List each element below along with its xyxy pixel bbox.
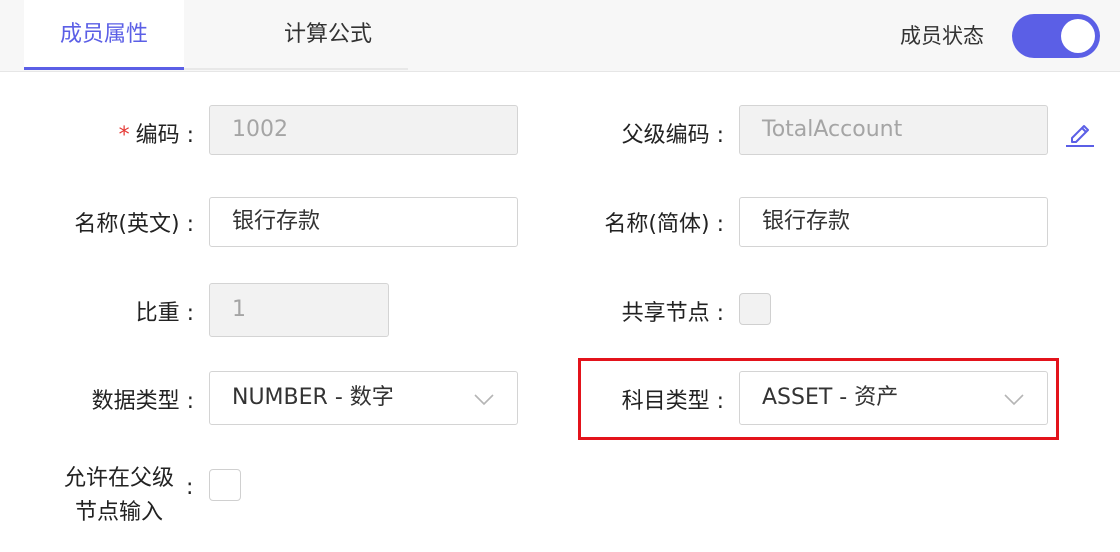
account-type-select[interactable]: ASSET - 资产: [739, 371, 1048, 425]
name-en-input[interactable]: 银行存款: [209, 197, 518, 247]
pencil-edit-icon[interactable]: [1064, 116, 1096, 148]
data-type-select[interactable]: NUMBER - 数字: [209, 371, 518, 425]
required-mark: *: [118, 123, 130, 148]
parent-code-label: 父级编码 :: [621, 123, 724, 148]
allow-parent-input-colon: :: [186, 475, 194, 500]
account-type-label: 科目类型 :: [621, 389, 724, 414]
parent-code-input[interactable]: TotalAccount: [739, 105, 1048, 155]
data-type-label: 数据类型 :: [91, 389, 194, 414]
account-type-value: ASSET - 资产: [762, 385, 899, 410]
chevron-down-icon: [1004, 394, 1024, 406]
shared-node-checkbox[interactable]: [739, 293, 771, 325]
weight-label: 比重 :: [135, 301, 194, 326]
allow-parent-input-checkbox[interactable]: [209, 469, 241, 501]
member-status-label: 成员状态: [900, 24, 984, 48]
top-bar: 成员属性 计算公式 成员状态: [0, 0, 1120, 72]
code-input[interactable]: 1002: [209, 105, 518, 155]
toggle-knob: [1061, 19, 1095, 53]
tab-calculation-formula[interactable]: 计算公式: [248, 0, 408, 70]
weight-input[interactable]: 1: [209, 283, 389, 337]
allow-parent-input-label: 允许在父级 节点输入: [63, 466, 174, 525]
tab-member-attributes[interactable]: 成员属性: [24, 0, 184, 70]
member-status-toggle[interactable]: [1012, 14, 1100, 58]
code-label: * 编码 :: [118, 123, 194, 148]
name-en-label: 名称(英文) :: [74, 212, 194, 237]
name-cn-input[interactable]: 银行存款: [739, 197, 1048, 247]
name-cn-label: 名称(简体) :: [604, 212, 724, 237]
tab-divider: [184, 68, 408, 70]
shared-node-label: 共享节点 :: [621, 301, 724, 326]
chevron-down-icon: [474, 394, 494, 406]
data-type-value: NUMBER - 数字: [232, 385, 394, 410]
